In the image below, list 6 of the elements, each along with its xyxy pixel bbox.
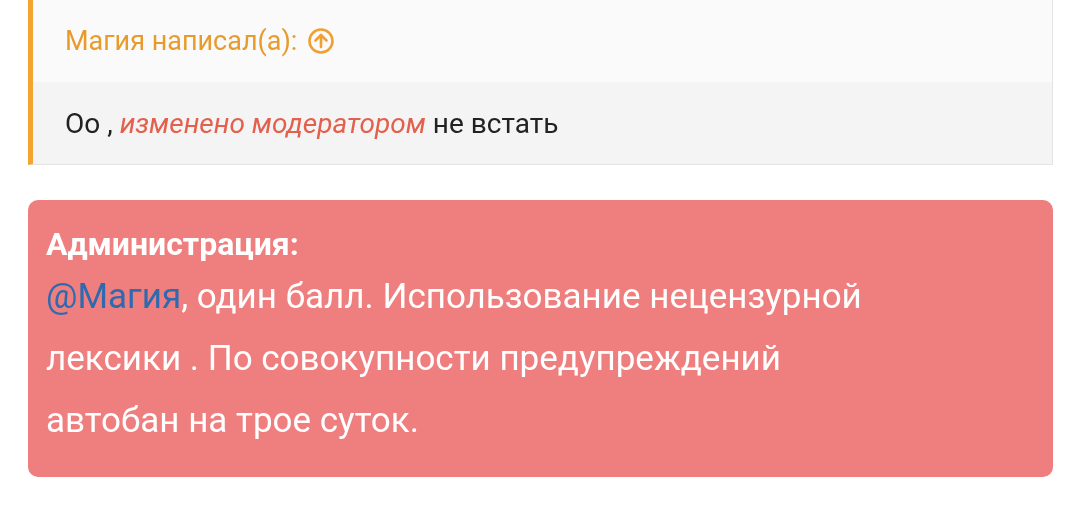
arrow-up-icon[interactable] <box>307 27 336 55</box>
notice-text: @Магия, один балл. Использование нецензурной лексики . По совокупности предупреждений автобан на трое суток. <box>46 275 863 443</box>
quote-text: Оо , изменено модератором не встать <box>65 106 559 140</box>
quote-author: Магия написал(а): <box>65 25 298 57</box>
user-mention-link[interactable]: @Магия <box>46 276 182 317</box>
notice-title: Администрация: <box>46 224 300 265</box>
